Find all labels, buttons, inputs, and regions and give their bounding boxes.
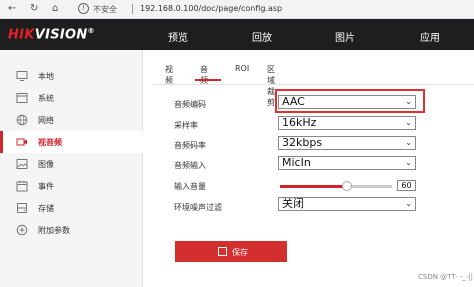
sidebar: 本地 系统 网络 视音频 图像 事件 存储 附加参数 bbox=[0, 50, 143, 287]
audio-input-label: 音频输入 bbox=[174, 161, 206, 170]
nav-preview[interactable]: 预览 bbox=[168, 29, 188, 44]
audio-input-select[interactable]: MicIn ⌄ bbox=[278, 156, 416, 170]
sidebar-item-label: 视音频 bbox=[38, 138, 62, 147]
nav-picture[interactable]: 图片 bbox=[335, 29, 355, 44]
audio-encoding-label: 音频编码 bbox=[174, 100, 206, 109]
noise-filter-select[interactable]: 关闭 ⌄ bbox=[278, 197, 416, 211]
video-audio-icon bbox=[16, 138, 27, 146]
system-icon bbox=[16, 93, 28, 103]
sidebar-item-label: 系统 bbox=[38, 94, 54, 103]
hikvision-logo: HIKVISION® bbox=[8, 27, 95, 42]
image-icon bbox=[16, 159, 28, 169]
sidebar-item-label: 网络 bbox=[38, 116, 54, 125]
logo-red-text: HIK bbox=[8, 27, 35, 43]
bitrate-label: 音频码率 bbox=[174, 141, 206, 150]
back-icon[interactable]: ← bbox=[8, 3, 16, 14]
home-icon[interactable]: ⌂ bbox=[52, 3, 58, 14]
sidebar-item-label: 图像 bbox=[38, 160, 54, 169]
sidebar-item-label: 存储 bbox=[38, 204, 54, 213]
nav-playback[interactable]: 回放 bbox=[252, 29, 272, 44]
sidebar-item-system[interactable]: 系统 bbox=[0, 87, 143, 109]
tab-region-crop[interactable]: 区域裁剪 bbox=[267, 64, 275, 108]
tab-divider bbox=[152, 84, 474, 85]
logo-registered-mark: ® bbox=[87, 27, 95, 35]
volume-slider-thumb[interactable] bbox=[342, 181, 353, 191]
watermark: CSDN @TT- -_-|| bbox=[418, 273, 473, 281]
sample-rate-label: 采样率 bbox=[174, 121, 198, 130]
bitrate-select[interactable]: 32kbps ⌄ bbox=[278, 136, 416, 150]
chevron-down-icon: ⌄ bbox=[405, 118, 412, 127]
chevron-down-icon: ⌄ bbox=[405, 199, 412, 208]
page: ← ↻ ⌂ ! 不安全 192.168.0.100/doc/page/confi… bbox=[0, 0, 474, 287]
volume-slider-fill bbox=[280, 185, 348, 188]
monitor-icon bbox=[16, 71, 28, 81]
security-status[interactable]: 不安全 bbox=[93, 4, 117, 15]
tab-audio[interactable]: 音频 bbox=[200, 64, 208, 86]
nav-application[interactable]: 应用 bbox=[420, 29, 440, 44]
highlight-box bbox=[275, 89, 425, 113]
extra-params-icon bbox=[16, 224, 28, 236]
sidebar-item-storage[interactable]: 存储 bbox=[0, 197, 143, 219]
sidebar-item-label: 事件 bbox=[38, 182, 54, 191]
logo-white-text: VISION bbox=[34, 27, 88, 43]
sidebar-item-local[interactable]: 本地 bbox=[0, 65, 143, 87]
warning-icon[interactable]: ! bbox=[78, 3, 89, 14]
sidebar-item-image[interactable]: 图像 bbox=[0, 153, 143, 175]
sidebar-item-video-audio[interactable]: 视音频 bbox=[0, 131, 143, 153]
tab-video[interactable]: 视频 bbox=[165, 64, 173, 86]
storage-icon bbox=[17, 203, 27, 213]
reload-icon[interactable]: ↻ bbox=[30, 3, 38, 14]
volume-slider-track[interactable] bbox=[345, 185, 392, 188]
save-button-label: 保存 bbox=[232, 248, 248, 257]
sidebar-item-extra-params[interactable]: 附加参数 bbox=[0, 219, 143, 241]
sidebar-item-event[interactable]: 事件 bbox=[0, 175, 143, 197]
sidebar-item-label: 本地 bbox=[38, 72, 54, 81]
audio-input-value: MicIn bbox=[282, 156, 311, 169]
address-bar: ← ↻ ⌂ ! 不安全 192.168.0.100/doc/page/confi… bbox=[0, 0, 474, 19]
save-button[interactable]: 保存 bbox=[175, 241, 287, 262]
sample-rate-select[interactable]: 16kHz ⌄ bbox=[278, 116, 416, 130]
save-icon bbox=[218, 247, 227, 256]
sample-rate-value: 16kHz bbox=[282, 116, 317, 129]
volume-value-field[interactable]: 60 bbox=[397, 180, 416, 191]
chevron-down-icon: ⌄ bbox=[405, 158, 412, 167]
calendar-icon bbox=[16, 180, 28, 192]
active-tab-indicator bbox=[195, 79, 221, 81]
noise-filter-label: 环境噪声过滤 bbox=[174, 203, 222, 212]
noise-filter-value: 关闭 bbox=[282, 197, 304, 210]
globe-icon bbox=[16, 114, 28, 126]
input-volume-label: 输入音量 bbox=[174, 182, 206, 191]
top-nav: HIKVISION® 预览 回放 图片 应用 bbox=[0, 19, 474, 50]
divider bbox=[132, 4, 133, 14]
chevron-down-icon: ⌄ bbox=[405, 138, 412, 147]
sidebar-item-network[interactable]: 网络 bbox=[0, 109, 143, 131]
sidebar-item-label: 附加参数 bbox=[38, 226, 70, 235]
url-field[interactable]: 192.168.0.100/doc/page/config.asp bbox=[140, 4, 282, 13]
tab-roi[interactable]: ROI bbox=[235, 64, 249, 73]
bitrate-value: 32kbps bbox=[282, 136, 323, 149]
